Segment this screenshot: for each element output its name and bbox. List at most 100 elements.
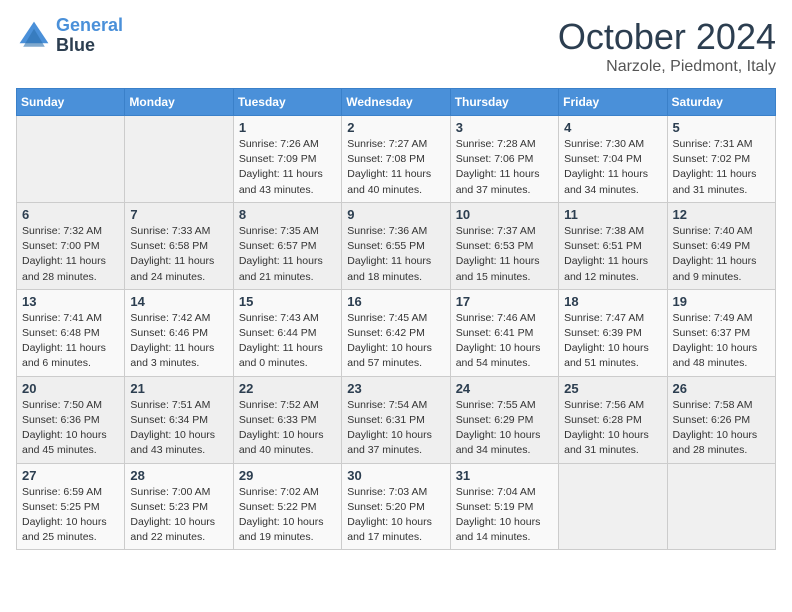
calendar-cell: 24Sunrise: 7:55 AMSunset: 6:29 PMDayligh… bbox=[450, 376, 558, 463]
calendar-cell: 8Sunrise: 7:35 AMSunset: 6:57 PMDaylight… bbox=[233, 202, 341, 289]
day-info: Sunrise: 7:58 AMSunset: 6:26 PMDaylight:… bbox=[673, 398, 770, 459]
calendar-cell: 11 Sunrise: 7:38 AMSunset: 6:51 PMDayligh… bbox=[559, 202, 667, 289]
day-number: 13 bbox=[22, 294, 119, 309]
day-info: Sunrise: 7:31 AMSunset: 7:02 PMDaylight:… bbox=[673, 137, 770, 198]
day-number: 21 bbox=[130, 381, 227, 396]
day-info: Sunrise: 6:59 AMSunset: 5:25 PMDaylight:… bbox=[22, 485, 119, 546]
day-number: 25 bbox=[564, 381, 661, 396]
day-number: 30 bbox=[347, 468, 444, 483]
calendar-cell: 22 Sunrise: 7:52 AMSunset: 6:33 PMDayligh… bbox=[233, 376, 341, 463]
calendar-cell: 3 Sunrise: 7:28 AMSunset: 7:06 PMDaylight… bbox=[450, 116, 558, 203]
page-header: General Blue October 2024 Narzole, Piedm… bbox=[16, 16, 776, 76]
calendar-week-2: 6Sunrise: 7:32 AMSunset: 7:00 PMDaylight… bbox=[17, 202, 776, 289]
calendar-week-5: 27 Sunrise: 6:59 AMSunset: 5:25 PMDayligh… bbox=[17, 463, 776, 550]
day-number: 31 bbox=[456, 468, 553, 483]
day-info: Sunrise: 7:46 AMSunset: 6:41 PMDaylight:… bbox=[456, 311, 553, 372]
day-number: 16 bbox=[347, 294, 444, 309]
day-info: Sunrise: 7:49 AMSunset: 6:37 PMDaylight:… bbox=[673, 311, 770, 372]
day-info: Sunrise: 7:52 AMSunset: 6:33 PMDaylight:… bbox=[239, 398, 336, 459]
calendar-cell: 26 Sunrise: 7:58 AMSunset: 6:26 PMDayligh… bbox=[667, 376, 775, 463]
weekday-row: SundayMondayTuesdayWednesdayThursdayFrid… bbox=[17, 89, 776, 116]
day-info: Sunrise: 7:45 AMSunset: 6:42 PMDaylight:… bbox=[347, 311, 444, 372]
day-number: 26 bbox=[673, 381, 770, 396]
weekday-header-sunday: Sunday bbox=[17, 89, 125, 116]
calendar-week-3: 13Sunrise: 7:41 AMSunset: 6:48 PMDayligh… bbox=[17, 289, 776, 376]
day-info: Sunrise: 7:47 AMSunset: 6:39 PMDaylight:… bbox=[564, 311, 661, 372]
day-info: Sunrise: 7:03 AMSunset: 5:20 PMDaylight:… bbox=[347, 485, 444, 546]
weekday-header-friday: Friday bbox=[559, 89, 667, 116]
day-info: Sunrise: 7:04 AMSunset: 5:19 PMDaylight:… bbox=[456, 485, 553, 546]
day-number: 4 bbox=[564, 120, 661, 135]
calendar-cell: 10Sunrise: 7:37 AMSunset: 6:53 PMDayligh… bbox=[450, 202, 558, 289]
day-info: Sunrise: 7:36 AMSunset: 6:55 PMDaylight:… bbox=[347, 224, 444, 285]
calendar-cell bbox=[17, 116, 125, 203]
month-year-title: October 2024 bbox=[558, 16, 776, 58]
day-number: 14 bbox=[130, 294, 227, 309]
calendar-cell: 1 Sunrise: 7:26 AMSunset: 7:09 PMDaylight… bbox=[233, 116, 341, 203]
calendar-cell: 23 Sunrise: 7:54 AMSunset: 6:31 PMDayligh… bbox=[342, 376, 450, 463]
day-number: 20 bbox=[22, 381, 119, 396]
day-info: Sunrise: 7:02 AMSunset: 5:22 PMDaylight:… bbox=[239, 485, 336, 546]
day-number: 1 bbox=[239, 120, 336, 135]
day-number: 19 bbox=[673, 294, 770, 309]
day-info: Sunrise: 7:33 AMSunset: 6:58 PMDaylight:… bbox=[130, 224, 227, 285]
calendar-body: 1 Sunrise: 7:26 AMSunset: 7:09 PMDaylight… bbox=[17, 116, 776, 550]
calendar-cell: 7Sunrise: 7:33 AMSunset: 6:58 PMDaylight… bbox=[125, 202, 233, 289]
day-number: 22 bbox=[239, 381, 336, 396]
day-info: Sunrise: 7:38 AMSunset: 6:51 PMDaylight:… bbox=[564, 224, 661, 285]
calendar-cell: 31 Sunrise: 7:04 AMSunset: 5:19 PMDayligh… bbox=[450, 463, 558, 550]
day-number: 6 bbox=[22, 207, 119, 222]
day-number: 23 bbox=[347, 381, 444, 396]
calendar-cell: 29 Sunrise: 7:02 AMSunset: 5:22 PMDayligh… bbox=[233, 463, 341, 550]
calendar-cell: 5Sunrise: 7:31 AMSunset: 7:02 PMDaylight… bbox=[667, 116, 775, 203]
calendar-cell: 18 Sunrise: 7:47 AMSunset: 6:39 PMDayligh… bbox=[559, 289, 667, 376]
calendar-cell: 12Sunrise: 7:40 AMSunset: 6:49 PMDayligh… bbox=[667, 202, 775, 289]
calendar-cell: 16 Sunrise: 7:45 AMSunset: 6:42 PMDayligh… bbox=[342, 289, 450, 376]
day-info: Sunrise: 7:28 AMSunset: 7:06 PMDaylight:… bbox=[456, 137, 553, 198]
calendar-cell: 20Sunrise: 7:50 AMSunset: 6:36 PMDayligh… bbox=[17, 376, 125, 463]
calendar-cell bbox=[125, 116, 233, 203]
day-info: Sunrise: 7:56 AMSunset: 6:28 PMDaylight:… bbox=[564, 398, 661, 459]
day-number: 11 bbox=[564, 207, 661, 222]
calendar-cell: 17 Sunrise: 7:46 AMSunset: 6:41 PMDayligh… bbox=[450, 289, 558, 376]
day-number: 29 bbox=[239, 468, 336, 483]
calendar-cell: 14Sunrise: 7:42 AMSunset: 6:46 PMDayligh… bbox=[125, 289, 233, 376]
weekday-header-monday: Monday bbox=[125, 89, 233, 116]
logo-text: General Blue bbox=[56, 16, 123, 56]
calendar-cell: 25 Sunrise: 7:56 AMSunset: 6:28 PMDayligh… bbox=[559, 376, 667, 463]
day-number: 9 bbox=[347, 207, 444, 222]
logo: General Blue bbox=[16, 16, 123, 56]
calendar-week-1: 1 Sunrise: 7:26 AMSunset: 7:09 PMDaylight… bbox=[17, 116, 776, 203]
day-number: 27 bbox=[22, 468, 119, 483]
calendar-cell: 19 Sunrise: 7:49 AMSunset: 6:37 PMDayligh… bbox=[667, 289, 775, 376]
day-number: 17 bbox=[456, 294, 553, 309]
day-info: Sunrise: 7:51 AMSunset: 6:34 PMDaylight:… bbox=[130, 398, 227, 459]
calendar-cell: 30 Sunrise: 7:03 AMSunset: 5:20 PMDayligh… bbox=[342, 463, 450, 550]
day-number: 3 bbox=[456, 120, 553, 135]
calendar-cell: 6Sunrise: 7:32 AMSunset: 7:00 PMDaylight… bbox=[17, 202, 125, 289]
calendar-header: SundayMondayTuesdayWednesdayThursdayFrid… bbox=[17, 89, 776, 116]
calendar-cell: 2Sunrise: 7:27 AMSunset: 7:08 PMDaylight… bbox=[342, 116, 450, 203]
weekday-header-thursday: Thursday bbox=[450, 89, 558, 116]
calendar-cell: 9 Sunrise: 7:36 AMSunset: 6:55 PMDaylight… bbox=[342, 202, 450, 289]
weekday-header-saturday: Saturday bbox=[667, 89, 775, 116]
day-number: 8 bbox=[239, 207, 336, 222]
day-info: Sunrise: 7:37 AMSunset: 6:53 PMDaylight:… bbox=[456, 224, 553, 285]
calendar-cell: 27 Sunrise: 6:59 AMSunset: 5:25 PMDayligh… bbox=[17, 463, 125, 550]
day-info: Sunrise: 7:30 AMSunset: 7:04 PMDaylight:… bbox=[564, 137, 661, 198]
day-number: 12 bbox=[673, 207, 770, 222]
logo-icon bbox=[16, 18, 52, 54]
calendar-cell bbox=[667, 463, 775, 550]
calendar-cell: 15 Sunrise: 7:43 AMSunset: 6:44 PMDayligh… bbox=[233, 289, 341, 376]
calendar-cell: 21 Sunrise: 7:51 AMSunset: 6:34 PMDayligh… bbox=[125, 376, 233, 463]
weekday-header-wednesday: Wednesday bbox=[342, 89, 450, 116]
day-number: 15 bbox=[239, 294, 336, 309]
day-number: 18 bbox=[564, 294, 661, 309]
day-number: 2 bbox=[347, 120, 444, 135]
calendar-cell: 28Sunrise: 7:00 AMSunset: 5:23 PMDayligh… bbox=[125, 463, 233, 550]
weekday-header-tuesday: Tuesday bbox=[233, 89, 341, 116]
day-info: Sunrise: 7:54 AMSunset: 6:31 PMDaylight:… bbox=[347, 398, 444, 459]
day-info: Sunrise: 7:00 AMSunset: 5:23 PMDaylight:… bbox=[130, 485, 227, 546]
day-info: Sunrise: 7:43 AMSunset: 6:44 PMDaylight:… bbox=[239, 311, 336, 372]
day-info: Sunrise: 7:26 AMSunset: 7:09 PMDaylight:… bbox=[239, 137, 336, 198]
